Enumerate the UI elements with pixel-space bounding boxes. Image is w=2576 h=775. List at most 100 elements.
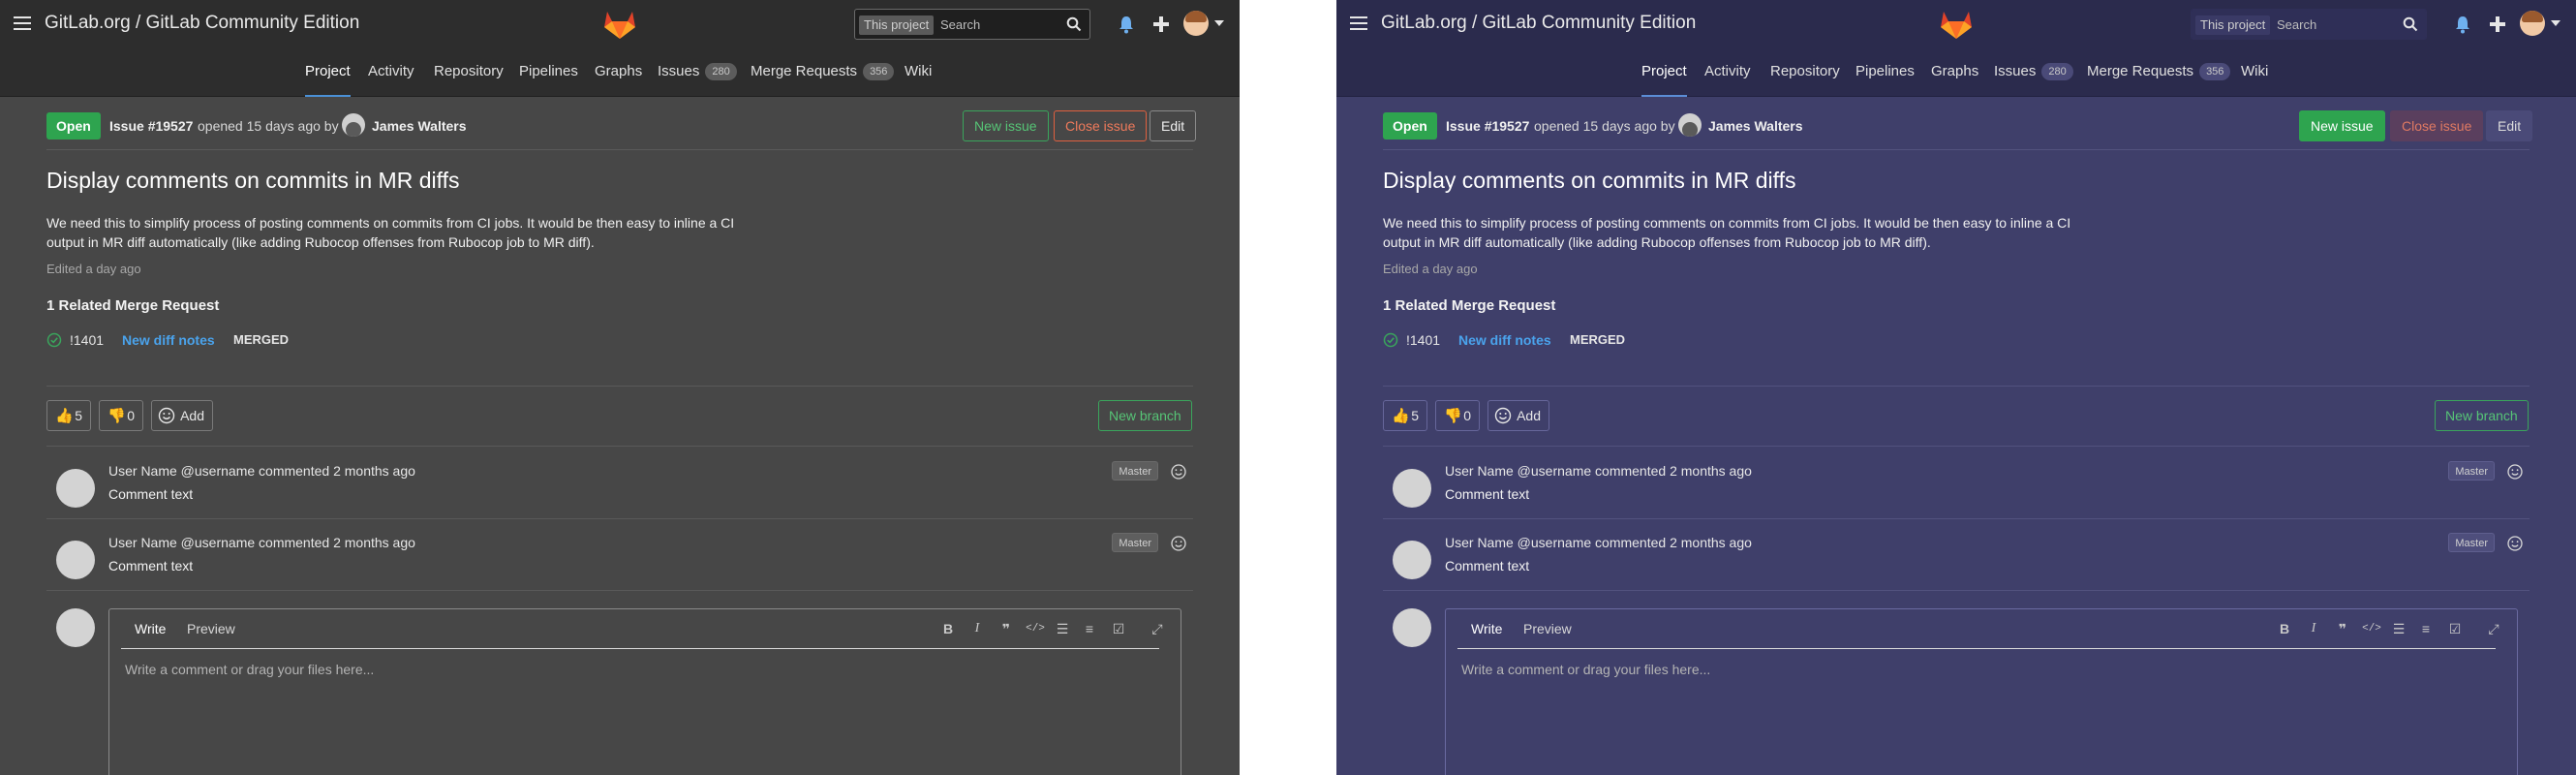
tab-pipelines[interactable]: Pipelines bbox=[1855, 48, 1915, 97]
smiley-icon[interactable] bbox=[2506, 463, 2524, 480]
italic-icon[interactable]: I bbox=[2304, 619, 2323, 638]
gitlab-logo-icon[interactable] bbox=[602, 8, 637, 41]
thumbsup-count: 5 bbox=[1411, 408, 1419, 423]
user-avatar[interactable] bbox=[2520, 11, 2545, 36]
smiley-icon[interactable] bbox=[2506, 535, 2524, 552]
mr-title-link[interactable]: New diff notes bbox=[122, 332, 215, 348]
author-avatar[interactable] bbox=[1678, 113, 1702, 137]
chevron-down-icon[interactable] bbox=[2551, 20, 2561, 26]
author-link[interactable]: James Walters bbox=[1708, 118, 1803, 134]
thumbsup-award-button[interactable]: 👍 5 bbox=[1383, 400, 1427, 431]
quote-icon[interactable]: ❞ bbox=[997, 619, 1016, 638]
numbered-list-icon[interactable]: ≡ bbox=[2416, 619, 2436, 638]
new-issue-button[interactable]: New issue bbox=[963, 110, 1049, 141]
tab-merge-requests[interactable]: Merge Requests 356 bbox=[2087, 48, 2231, 97]
numbered-list-icon[interactable]: ≡ bbox=[1080, 619, 1099, 638]
avatar[interactable] bbox=[1393, 469, 1431, 508]
comment-header: User Name @username commented 2 months a… bbox=[1445, 535, 1752, 550]
panel-dark-blue: GitLab.org / GitLab Community Edition Th… bbox=[1336, 0, 2576, 775]
tab-write[interactable]: Write bbox=[1471, 621, 1502, 636]
tab-wiki[interactable]: Wiki bbox=[2241, 48, 2268, 97]
search-input[interactable]: Search bbox=[2277, 17, 2316, 32]
tab-project[interactable]: Project bbox=[1641, 48, 1687, 97]
tab-repository[interactable]: Repository bbox=[1770, 48, 1840, 97]
comment-textarea[interactable]: Write a comment or drag your files here.… bbox=[125, 662, 374, 677]
issue-description: We need this to simplify process of post… bbox=[46, 215, 735, 250]
mr-state-label: MERGED bbox=[233, 332, 290, 347]
project-breadcrumb[interactable]: GitLab.org / GitLab Community Edition bbox=[1381, 13, 1696, 34]
plus-icon[interactable] bbox=[2487, 14, 2508, 35]
mr-title-link[interactable]: New diff notes bbox=[1458, 332, 1551, 348]
thumbsdown-award-button[interactable]: 👎 0 bbox=[1435, 400, 1480, 431]
smiley-icon[interactable] bbox=[1170, 463, 1187, 480]
quote-icon[interactable]: ❞ bbox=[2333, 619, 2352, 638]
avatar[interactable] bbox=[56, 469, 95, 508]
search-scope-badge[interactable]: This project bbox=[859, 16, 935, 35]
search-scope-badge[interactable]: This project bbox=[2195, 16, 2271, 35]
tab-activity[interactable]: Activity bbox=[368, 48, 414, 97]
new-issue-button[interactable]: New issue bbox=[2299, 110, 2385, 141]
bold-icon[interactable]: B bbox=[938, 619, 958, 638]
italic-icon[interactable]: I bbox=[967, 619, 987, 638]
fullscreen-icon[interactable]: ⤢ bbox=[2484, 619, 2503, 638]
search-box[interactable]: This project Search bbox=[854, 9, 1090, 40]
thumbsdown-award-button[interactable]: 👎 0 bbox=[99, 400, 143, 431]
close-issue-button[interactable]: Close issue bbox=[2390, 110, 2484, 141]
hamburger-menu-icon[interactable] bbox=[1350, 16, 1367, 32]
tab-repository[interactable]: Repository bbox=[434, 48, 504, 97]
task-list-icon[interactable]: ☑ bbox=[1109, 619, 1128, 638]
task-list-icon[interactable]: ☑ bbox=[2445, 619, 2465, 638]
tab-merge-requests[interactable]: Merge Requests 356 bbox=[751, 48, 895, 97]
add-award-button[interactable]: Add bbox=[1487, 400, 1549, 431]
edit-button[interactable]: Edit bbox=[2486, 110, 2533, 141]
smiley-icon[interactable] bbox=[1170, 535, 1187, 552]
mr-reference[interactable]: !1401 bbox=[1406, 332, 1440, 348]
author-link[interactable]: James Walters bbox=[372, 118, 467, 134]
new-branch-button[interactable]: New branch bbox=[2435, 400, 2529, 431]
chevron-down-icon[interactable] bbox=[1214, 20, 1224, 26]
code-icon[interactable]: </> bbox=[1026, 619, 1045, 638]
issue-number: Issue #19527 bbox=[1446, 118, 1530, 134]
thumbsup-award-button[interactable]: 👍 5 bbox=[46, 400, 91, 431]
edit-button[interactable]: Edit bbox=[1150, 110, 1197, 141]
avatar[interactable] bbox=[56, 541, 95, 579]
new-branch-button[interactable]: New branch bbox=[1098, 400, 1192, 431]
tab-pipelines[interactable]: Pipelines bbox=[519, 48, 578, 97]
tab-activity[interactable]: Activity bbox=[1704, 48, 1751, 97]
avatar[interactable] bbox=[1393, 541, 1431, 579]
tab-project[interactable]: Project bbox=[305, 48, 351, 97]
tab-wiki[interactable]: Wiki bbox=[905, 48, 932, 97]
search-box[interactable]: This project Search bbox=[2191, 9, 2427, 40]
tab-preview[interactable]: Preview bbox=[187, 621, 235, 636]
tab-write[interactable]: Write bbox=[135, 621, 166, 636]
search-input[interactable]: Search bbox=[940, 17, 980, 32]
add-award-button[interactable]: Add bbox=[151, 400, 213, 431]
user-avatar[interactable] bbox=[1183, 11, 1209, 36]
plus-icon[interactable] bbox=[1150, 14, 1172, 35]
project-breadcrumb[interactable]: GitLab.org / GitLab Community Edition bbox=[45, 13, 359, 34]
divider bbox=[46, 149, 1193, 150]
close-issue-button[interactable]: Close issue bbox=[1054, 110, 1148, 141]
code-icon[interactable]: </> bbox=[2362, 619, 2381, 638]
comment-textarea[interactable]: Write a comment or drag your files here.… bbox=[1461, 662, 1710, 677]
tab-issues[interactable]: Issues 280 bbox=[658, 48, 737, 97]
notifications-bell-icon[interactable] bbox=[1116, 14, 1137, 35]
search-icon[interactable] bbox=[1066, 16, 1082, 32]
notifications-bell-icon[interactable] bbox=[2452, 14, 2473, 35]
fullscreen-icon[interactable]: ⤢ bbox=[1148, 619, 1167, 638]
tab-issues[interactable]: Issues 280 bbox=[1994, 48, 2073, 97]
bullet-list-icon[interactable]: ☰ bbox=[2389, 619, 2408, 638]
tab-graphs[interactable]: Graphs bbox=[595, 48, 642, 97]
hamburger-menu-icon[interactable] bbox=[14, 16, 31, 32]
bullet-list-icon[interactable]: ☰ bbox=[1053, 619, 1072, 638]
tab-preview[interactable]: Preview bbox=[1523, 621, 1572, 636]
bold-icon[interactable]: B bbox=[2275, 619, 2294, 638]
gitlab-logo-icon[interactable] bbox=[1939, 8, 1974, 41]
mr-reference[interactable]: !1401 bbox=[70, 332, 104, 348]
author-avatar[interactable] bbox=[342, 113, 365, 137]
comment-body: Comment text bbox=[108, 558, 194, 574]
role-badge: Master bbox=[1112, 533, 1158, 552]
tab-graphs[interactable]: Graphs bbox=[1931, 48, 1978, 97]
search-icon[interactable] bbox=[2403, 16, 2418, 32]
thumbsup-count: 5 bbox=[75, 408, 82, 423]
